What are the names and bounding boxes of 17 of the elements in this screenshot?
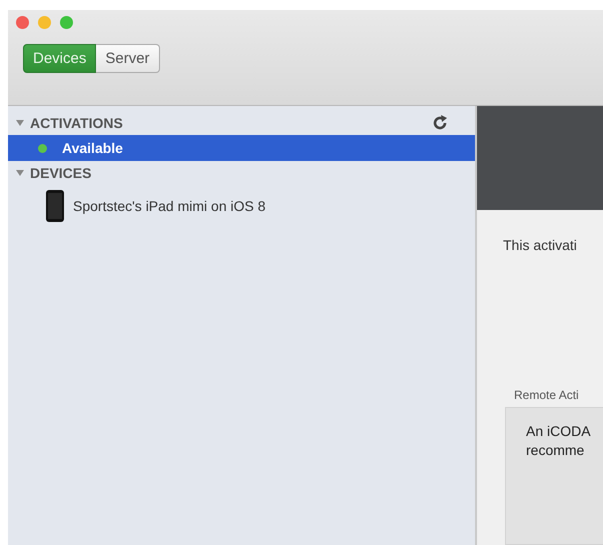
section-title: ACTIVATIONS bbox=[30, 115, 124, 131]
refresh-icon[interactable] bbox=[431, 114, 449, 132]
tablet-icon bbox=[45, 190, 65, 222]
item-label: Available bbox=[62, 140, 123, 156]
section-title: DEVICES bbox=[30, 165, 92, 181]
item-label: Sportstec's iPad mimi on iOS 8 bbox=[73, 198, 266, 214]
group-label: Remote Acti bbox=[514, 388, 580, 402]
window-button[interactable] bbox=[16, 16, 29, 29]
sidebar-item[interactable]: Available bbox=[8, 135, 475, 161]
window-button[interactable] bbox=[60, 16, 73, 29]
message-text: This activati bbox=[503, 237, 578, 253]
disclosure-triangle-icon[interactable] bbox=[16, 169, 24, 177]
group-text: An iCODA bbox=[526, 422, 592, 441]
tab[interactable]: Server bbox=[96, 44, 160, 73]
disclosure-triangle-icon[interactable] bbox=[16, 119, 24, 127]
sidebar-item[interactable]: Sportstec's iPad mimi on iOS 8 bbox=[8, 185, 475, 227]
group-text: recomme bbox=[526, 441, 586, 460]
